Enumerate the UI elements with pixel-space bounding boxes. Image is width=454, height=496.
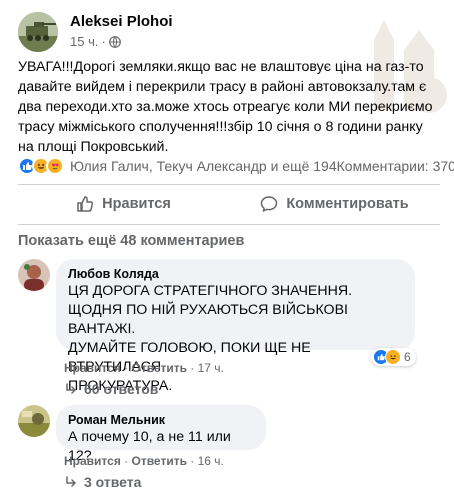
post-text: УВАГА!!!Дорогі земляки.якщо вас не влашт…	[18, 59, 437, 155]
meta-separator: ·	[101, 34, 106, 49]
author-avatar[interactable]	[18, 12, 58, 52]
love-icon	[46, 157, 64, 175]
show-more-comments[interactable]: Показать ещё 48 комментариев	[18, 233, 244, 249]
post-actions: Нравится Комментировать	[18, 189, 440, 219]
comment-actions: Нравится · Ответить · 17 ч.	[64, 361, 224, 375]
comment-item: Роман Мельник А почему 10, а не 11 или 1…	[18, 405, 440, 495]
like-label: Нравится	[102, 196, 171, 212]
comment-reactions[interactable]: 6	[371, 348, 416, 366]
comment-text: ЦЯ ДОРОГА СТРАТЕГІЧНОГО ЗНАЧЕННЯ. ЩОДНЯ …	[68, 283, 353, 394]
comment-like-link[interactable]: Нравится	[64, 454, 121, 468]
comment-bubble: Роман Мельник А почему 10, а не 11 или 1…	[56, 405, 266, 464]
comment-icon	[261, 196, 278, 212]
divider-bottom	[18, 224, 440, 225]
thumbs-up-icon	[77, 196, 94, 212]
comment-avatar[interactable]	[18, 259, 50, 291]
view-replies-button[interactable]: 60 ответов	[64, 381, 158, 397]
replies-count: 60 ответов	[84, 381, 159, 397]
comment-time[interactable]: 17 ч.	[198, 361, 224, 375]
globe-icon	[108, 35, 121, 48]
divider-top	[18, 184, 440, 185]
comment-time[interactable]: 16 ч.	[198, 454, 224, 468]
reaction-names[interactable]: Юлия Галич, Текуч Александр и ещё 194	[66, 158, 337, 174]
view-replies-button[interactable]: 3 ответа	[64, 474, 141, 490]
comment-item: Любов Коляда ЦЯ ДОРОГА СТРАТЕГІЧНОГО ЗНА…	[18, 259, 440, 399]
comment-reply-link[interactable]: Ответить	[132, 454, 187, 468]
replies-count: 3 ответа	[84, 474, 142, 490]
comment-button[interactable]: Комментировать	[229, 189, 440, 219]
haha-icon	[385, 349, 401, 365]
comment-label: Комментировать	[286, 196, 409, 212]
comment-actions: Нравится · Ответить · 16 ч.	[64, 454, 224, 468]
reactions-row: Юлия Галич, Текуч Александр и ещё 194 Ко…	[18, 155, 454, 177]
comment-avatar[interactable]	[18, 405, 50, 437]
like-button[interactable]: Нравится	[18, 189, 229, 219]
comment-author[interactable]: Любов Коляда	[68, 266, 403, 282]
comments-count[interactable]: Комментарии: 370	[337, 158, 454, 174]
comment-reaction-count: 6	[404, 350, 411, 364]
reply-arrow-icon	[66, 383, 76, 394]
comment-reply-link[interactable]: Ответить	[132, 361, 187, 375]
post-author[interactable]: Aleksei Plohoi	[70, 13, 173, 30]
post-meta: 15 ч. ·	[70, 34, 121, 49]
comment-author[interactable]: Роман Мельник	[68, 412, 254, 428]
comment-bubble: Любов Коляда ЦЯ ДОРОГА СТРАТЕГІЧНОГО ЗНА…	[56, 259, 415, 394]
reply-arrow-icon	[66, 476, 76, 487]
post-time[interactable]: 15 ч.	[70, 34, 98, 49]
comment-like-link[interactable]: Нравится	[64, 361, 121, 375]
reaction-icons[interactable]	[18, 157, 64, 175]
